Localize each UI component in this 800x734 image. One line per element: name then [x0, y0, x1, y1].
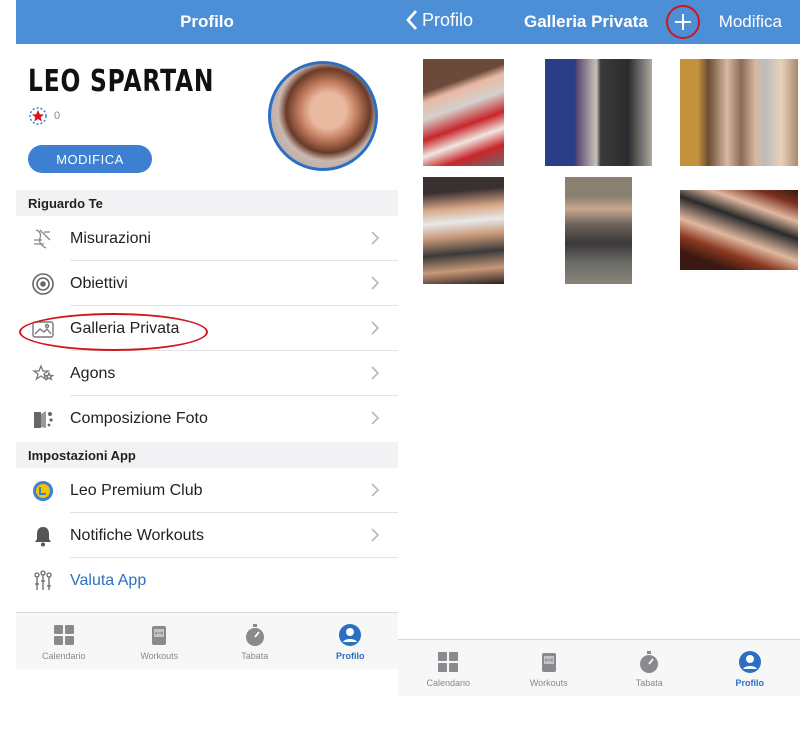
menu-label: Agons	[70, 364, 116, 382]
tab-label: Workouts	[140, 650, 179, 661]
gallery-photo[interactable]	[680, 59, 798, 166]
gallery-navbar: Profilo Galleria Privata Modifica	[398, 0, 800, 44]
tab-label: Tabata	[241, 650, 269, 661]
chevron-right-icon	[371, 528, 380, 542]
menu-label: Obiettivi	[70, 274, 128, 292]
profile-icon	[738, 650, 761, 673]
tab-tabata[interactable]: Tabata	[207, 613, 303, 669]
premium-icon	[33, 480, 53, 501]
tab-label: Profilo	[336, 650, 365, 661]
menu-item-private-gallery[interactable]: Galleria Privata	[16, 306, 398, 351]
menu-item-rate-app[interactable]: Valuta App	[16, 558, 398, 603]
stars-icon	[32, 363, 55, 381]
tab-profile[interactable]: Profilo	[700, 640, 800, 696]
menu-label: Leo Premium Club	[70, 481, 203, 499]
gallery-photo[interactable]	[545, 59, 652, 166]
chevron-right-icon	[371, 366, 380, 380]
rank-star-icon	[29, 107, 47, 125]
rank-badge: 0	[28, 106, 60, 126]
chevron-right-icon	[371, 231, 380, 245]
tab-workouts[interactable]: Workouts	[112, 613, 208, 669]
menu-item-agons[interactable]: Agons	[16, 351, 398, 396]
menu-item-workout-notifications[interactable]: Notifiche Workouts	[16, 513, 398, 558]
target-icon	[32, 272, 54, 295]
tab-tabata[interactable]: Tabata	[599, 640, 700, 696]
bell-icon	[35, 526, 51, 546]
menu-item-measurements[interactable]: Misurazioni	[16, 216, 398, 261]
menu-label: Galleria Privata	[70, 319, 180, 337]
menu-item-premium-club[interactable]: Leo Premium Club	[16, 468, 398, 513]
avatar[interactable]	[268, 61, 378, 171]
tab-label: Calendario	[41, 650, 86, 661]
tab-label: Tabata	[635, 677, 663, 688]
chevron-right-icon	[371, 321, 380, 335]
stopwatch-icon	[245, 623, 264, 646]
section-about-you: Riguardo Te	[16, 190, 398, 216]
back-label: Profilo	[422, 9, 474, 30]
measurements-icon	[34, 228, 51, 249]
chevron-right-icon	[371, 483, 380, 497]
back-button[interactable]: Profilo	[404, 8, 473, 32]
edit-gallery-button[interactable]: Modifica	[719, 12, 782, 32]
workouts-icon	[152, 625, 167, 645]
calendar-grid-icon	[438, 651, 459, 672]
tab-calendar[interactable]: Calendario	[16, 613, 112, 669]
chevron-right-icon	[371, 276, 380, 290]
rate-icon	[34, 569, 52, 590]
profile-nav-title: Profilo	[180, 12, 234, 31]
tab-bar: Calendario Workouts Tabata Profilo	[16, 612, 398, 669]
edit-profile-button[interactable]: MODIFICA	[28, 145, 152, 173]
menu-label: Misurazioni	[70, 229, 151, 247]
menu-label: Composizione Foto	[70, 409, 208, 427]
gallery-icon	[32, 320, 54, 338]
plus-icon	[675, 14, 691, 30]
tab-calendar[interactable]: Calendario	[398, 640, 499, 696]
tab-label: Profilo	[735, 677, 765, 688]
gallery-photo[interactable]	[423, 59, 504, 166]
section-app-settings: Impostazioni App	[16, 442, 398, 468]
menu-label: Notifiche Workouts	[70, 526, 204, 544]
rank-count: 0	[54, 110, 61, 122]
profile-navbar: Profilo	[16, 0, 398, 44]
tab-label: Workouts	[529, 677, 568, 688]
tab-profile[interactable]: Profilo	[303, 613, 399, 669]
workouts-icon	[541, 652, 556, 672]
profile-screen: Profilo LEO SPARTAN 0 MODIFICA Riguardo …	[16, 0, 398, 678]
stopwatch-icon	[640, 650, 659, 673]
tab-workouts[interactable]: Workouts	[499, 640, 600, 696]
profile-icon	[339, 623, 362, 646]
add-photo-button[interactable]	[666, 5, 700, 39]
gallery-screen: Profilo Galleria Privata Modifica Calend…	[398, 0, 800, 696]
profile-name: LEO SPARTAN	[28, 64, 215, 99]
tab-bar: Calendario Workouts Tabata Profilo	[398, 639, 800, 696]
menu-item-photo-composition[interactable]: Composizione Foto	[16, 396, 398, 441]
gallery-photo[interactable]	[680, 190, 798, 270]
photo-compose-icon	[34, 410, 53, 428]
menu-item-goals[interactable]: Obiettivi	[16, 261, 398, 306]
chevron-right-icon	[371, 411, 380, 425]
menu-label: Valuta App	[70, 571, 147, 589]
gallery-photo[interactable]	[565, 177, 632, 284]
calendar-grid-icon	[53, 624, 74, 645]
gallery-photo[interactable]	[423, 177, 504, 284]
gallery-title: Galleria Privata	[524, 12, 648, 31]
tab-label: Calendario	[426, 677, 471, 688]
chevron-left-icon	[406, 10, 418, 30]
